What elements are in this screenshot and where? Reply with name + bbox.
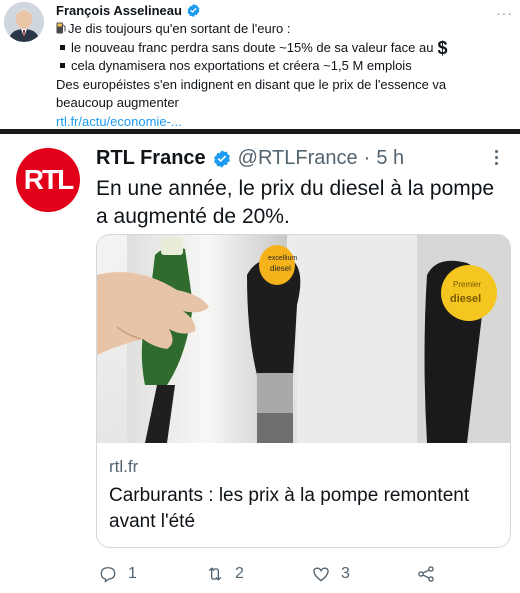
rtl-logo-text: RTL [23,164,74,195]
tweet-line: le nouveau franc perdra sans doute ~15% … [56,37,511,58]
tweet-text: Je dis toujours qu'en sortant de l'euro … [56,20,511,132]
reply-button[interactable]: 1 [98,564,137,584]
bullet-icon [60,44,65,50]
verified-badge-icon [187,3,200,18]
retweet-button[interactable]: 2 [205,564,244,584]
tweet-header: François Asselineau [56,3,201,18]
share-icon [418,566,434,582]
avatar[interactable] [4,2,44,42]
nozzle-label: excellium [268,255,297,262]
quoted-tweet[interactable]: RTL RTL France @RTLFrance · 5 h En une a… [0,134,520,593]
separator-dot: · [363,147,371,169]
dollar-sign: $ [437,37,448,58]
tweet-line: cela dynamisera nos exportations et crée… [56,57,511,76]
share-button[interactable] [416,564,436,584]
avatar-photo [4,2,44,42]
like-button[interactable]: 3 [311,564,350,584]
more-options-icon[interactable] [494,150,500,168]
quoted-tweet-text: En une année, le prix du diesel à la pom… [96,177,495,228]
reply-count: 1 [128,565,137,582]
nozzle-label: diesel [270,264,291,273]
top-tweet: François Asselineau ··· Je dis toujours … [0,0,520,129]
heart-icon [313,567,329,582]
tweet-line: beaucoup augmenter [56,95,179,111]
tweet-line: Des européistes s'en indignent en disant… [56,76,447,92]
account-handle[interactable]: @RTLFrance [238,147,358,170]
retweet-count: 2 [235,565,244,582]
tweet-actions: 1 2 3 [98,564,443,586]
quoted-tweet-header: RTL France @RTLFrance · 5 h [96,147,404,170]
more-options-icon[interactable]: ··· [496,5,513,21]
author-name[interactable]: François Asselineau [56,3,182,18]
nozzle-label: diesel [450,293,481,305]
link-title: Carburants : les prix à la pompe remonte… [109,485,470,532]
tweet-line: Je dis toujours qu'en sortant de l'euro … [56,20,511,39]
reply-icon [100,567,116,583]
link-card[interactable]: excellium diesel Premier diesel rtl.fr C… [96,234,511,548]
timestamp[interactable]: 5 h [376,147,404,170]
like-count: 3 [341,565,350,582]
rtl-avatar[interactable]: RTL [16,148,80,212]
verified-badge-icon [213,149,230,168]
nozzle-label: Premier [453,280,481,289]
retweet-icon [208,567,222,581]
fuel-pump-photo: excellium diesel Premier diesel [97,235,510,443]
bullet-icon [60,63,65,69]
account-name[interactable]: RTL France [96,147,206,170]
link-domain: rtl.fr [109,457,139,476]
fuel-pump-icon [56,22,66,34]
